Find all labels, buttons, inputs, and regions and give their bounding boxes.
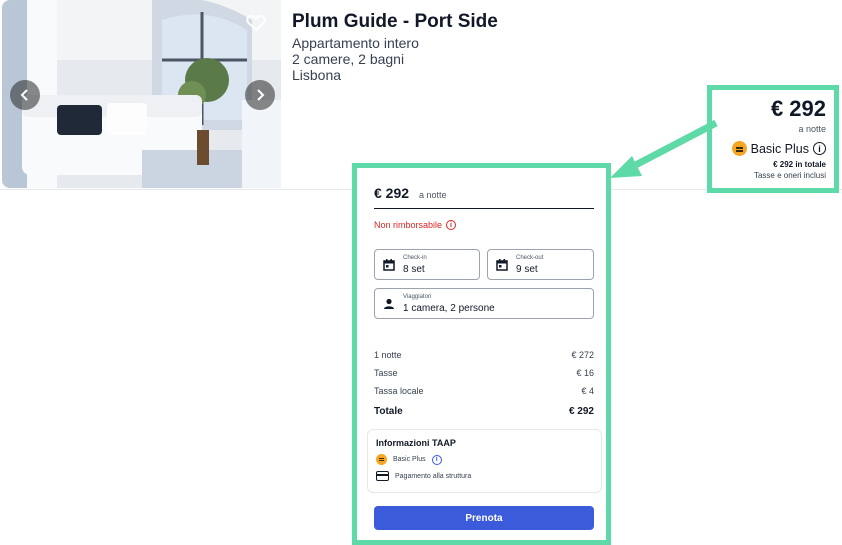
breakdown-row-local-tax: Tassa locale € 4 [374,386,594,396]
price-summary-total: € 292 in totale [773,160,826,169]
taap-plan-row: Basic Plus i [376,454,442,465]
plan-badge-icon [376,454,387,465]
plan-badge-icon [731,141,747,156]
divider [374,208,594,209]
photo-prev-button[interactable] [10,80,40,110]
taap-plan-name: Basic Plus [393,456,426,463]
checkin-label: Check-in [403,255,427,261]
favorite-button[interactable] [243,10,269,36]
listing-photo[interactable] [2,0,281,188]
breakdown-amount: € 16 [576,368,594,378]
price-summary-per-night: a notte [798,124,826,134]
chevron-right-icon [257,89,265,101]
plan-badge[interactable]: Basic Plus i [731,141,826,156]
price-summary-amount: € 292 [770,96,826,121]
listing-type: Appartamento intero [292,35,419,51]
room-photo-image [2,0,281,188]
checkin-field[interactable]: Check-in 8 set [374,249,480,280]
breakdown-label: 1 notte [374,350,402,360]
taap-title: Informazioni TAAP [376,438,456,448]
photo-next-button[interactable] [245,80,275,110]
booking-price: € 292 [374,185,410,201]
credit-card-icon [376,471,389,481]
breakdown-amount: € 272 [571,350,594,360]
booking-per-night: a notte [419,190,447,200]
refund-policy-text: Non rimborsabile [374,220,443,230]
checkin-value: 8 set [403,264,425,275]
breakdown-row-nights: 1 notte € 272 [374,350,594,360]
breakdown-label: Tasse [374,368,398,378]
price-summary-taxes-note: Tasse e oneri inclusi [753,171,826,180]
refund-policy: Non rimborsabile i [374,220,457,230]
total-label: Totale [374,406,403,417]
checkout-field[interactable]: Check-out 9 set [487,249,594,280]
book-button[interactable]: Prenota [374,506,594,530]
taap-payment-row: Pagamento alla struttura [376,471,471,481]
heart-icon [246,14,266,32]
price-summary-box: € 292 a notte Basic Plus i € 292 in tota… [707,85,839,193]
taap-info-card: Informazioni TAAP Basic Plus i Pagamento… [367,429,602,493]
guests-field[interactable]: Viaggiatori 1 camera, 2 persone [374,288,594,319]
breakdown-label: Tassa locale [374,386,424,396]
info-icon[interactable]: i [431,454,442,465]
listing-rooms: 2 camere, 2 bagni [292,51,405,67]
calendar-icon [383,259,395,271]
info-icon[interactable]: i [446,220,457,230]
total-amount: € 292 [568,406,594,417]
listing-city: Lisbona [292,67,342,83]
calendar-icon [496,259,508,271]
guests-label: Viaggiatori [403,294,432,300]
listing-title[interactable]: Plum Guide - Port Side [292,11,498,33]
breakdown-amount: € 4 [581,386,594,396]
booking-panel: € 292 a notte Non rimborsabile i Check-i… [352,163,611,545]
breakdown-row-taxes: Tasse € 16 [374,368,594,378]
taap-payment-text: Pagamento alla struttura [395,472,472,480]
page: Plum Guide - Port Side Appartamento inte… [0,0,842,545]
plan-name: Basic Plus [750,141,809,156]
checkout-value: 9 set [516,264,538,275]
total-row: Totale € 292 [374,406,594,417]
person-icon [384,298,394,309]
guests-value: 1 camera, 2 persone [403,303,495,314]
checkout-label: Check-out [516,255,544,261]
info-icon[interactable]: i [813,142,826,155]
chevron-left-icon [20,89,28,101]
